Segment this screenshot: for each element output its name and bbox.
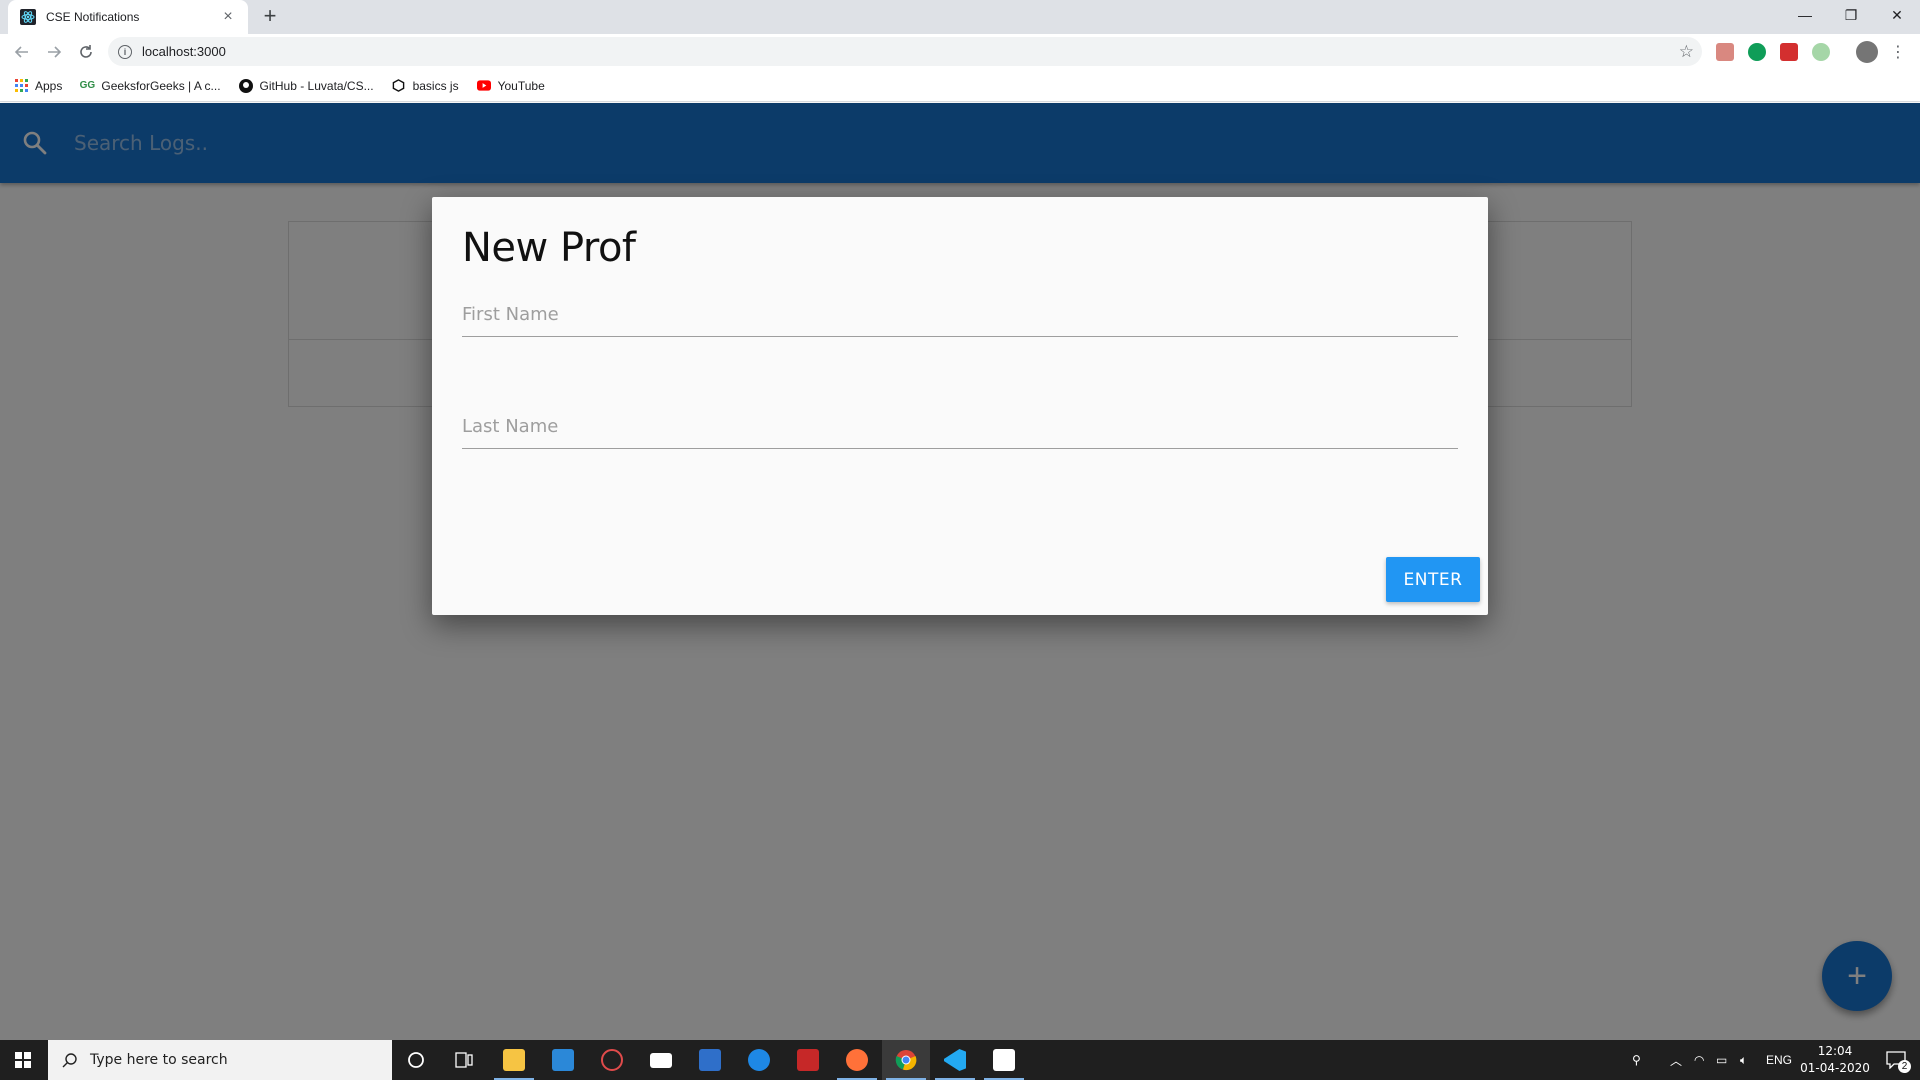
geeksforgeeks-icon: GG bbox=[79, 80, 96, 91]
taskbar-search-placeholder: Type here to search bbox=[90, 1052, 228, 1068]
game-app-icon[interactable] bbox=[784, 1040, 832, 1080]
clock-date: 01-04-2020 bbox=[1800, 1061, 1870, 1075]
react-icon bbox=[20, 9, 36, 25]
store-icon[interactable] bbox=[539, 1040, 587, 1080]
notification-count-badge: 2 bbox=[1898, 1060, 1911, 1073]
cortana-icon[interactable] bbox=[392, 1040, 440, 1080]
bookmark-apps[interactable]: Apps bbox=[14, 79, 62, 93]
back-icon[interactable] bbox=[10, 40, 34, 64]
bookmark-github[interactable]: GitHub - Luvata/CS... bbox=[238, 78, 374, 93]
people-icon[interactable]: ⚲ bbox=[1632, 1040, 1641, 1080]
dialog-title: New Prof bbox=[462, 225, 636, 271]
green-extension-icon[interactable] bbox=[1748, 43, 1766, 61]
chrome-icon[interactable] bbox=[882, 1040, 930, 1080]
app-viewport: + New Prof ENTER bbox=[0, 103, 1920, 1040]
bookmark-label: Apps bbox=[35, 78, 63, 93]
tab-title: CSE Notifications bbox=[46, 10, 140, 24]
edge-icon[interactable] bbox=[735, 1040, 783, 1080]
apps-grid-icon bbox=[14, 79, 28, 93]
taskbar-clock[interactable]: 12:04 01-04-2020 bbox=[1790, 1043, 1880, 1077]
language-indicator[interactable]: ENG bbox=[1766, 1040, 1792, 1080]
volume-icon[interactable]: 🔈︎ bbox=[1740, 1040, 1747, 1080]
close-window-button[interactable]: ✕ bbox=[1874, 0, 1920, 30]
photos-icon[interactable] bbox=[980, 1040, 1028, 1080]
notifications-icon[interactable]: 2 bbox=[1880, 1040, 1912, 1080]
codesandbox-icon bbox=[392, 79, 406, 93]
battery-icon[interactable]: ▭ bbox=[1716, 1040, 1727, 1080]
profile-avatar[interactable] bbox=[1856, 41, 1878, 63]
last-name-input[interactable] bbox=[462, 405, 1458, 448]
new-tab-button[interactable]: + bbox=[258, 5, 282, 29]
first-name-field bbox=[462, 293, 1458, 337]
task-view-icon[interactable] bbox=[440, 1040, 488, 1080]
bookmark-label: GeeksforGeeks | A c... bbox=[101, 78, 221, 93]
clock-time: 12:04 bbox=[1817, 1044, 1853, 1058]
github-icon bbox=[238, 78, 253, 93]
windows-start-icon[interactable] bbox=[0, 1040, 46, 1080]
bookmark-geeksforgeeks[interactable]: GG GeeksforGeeks | A c... bbox=[79, 78, 221, 93]
minimize-button[interactable]: — bbox=[1782, 0, 1828, 30]
address-bar[interactable]: i localhost:3000 ☆ bbox=[108, 37, 1702, 66]
last-name-field bbox=[462, 405, 1458, 449]
bookmark-basics-js[interactable]: basics js bbox=[392, 79, 459, 93]
tab-close-icon[interactable]: × bbox=[220, 9, 236, 25]
settings-app-icon[interactable] bbox=[588, 1040, 636, 1080]
bookmarks-bar: Apps GG GeeksforGeeks | A c... GitHub - … bbox=[0, 70, 1920, 102]
menu-kebab-icon[interactable]: ⋮ bbox=[1886, 40, 1910, 64]
restore-button[interactable]: ❐ bbox=[1828, 0, 1874, 30]
bookmark-label: basics js bbox=[412, 78, 459, 93]
site-info-icon[interactable]: i bbox=[118, 44, 132, 59]
new-prof-dialog: New Prof ENTER bbox=[432, 197, 1488, 615]
bookmark-youtube[interactable]: YouTube bbox=[476, 78, 545, 93]
firefox-icon[interactable] bbox=[833, 1040, 881, 1080]
network-icon[interactable]: ◠ bbox=[1694, 1040, 1704, 1080]
pdf-extension-icon[interactable] bbox=[1716, 43, 1734, 61]
browser-tabstrip: CSE Notifications × + — ❐ ✕ bbox=[0, 0, 1920, 34]
youtube-icon bbox=[476, 79, 491, 93]
reload-icon[interactable] bbox=[74, 40, 98, 64]
enter-button[interactable]: ENTER bbox=[1386, 557, 1480, 602]
vscode-icon[interactable] bbox=[931, 1040, 979, 1080]
dev-app-icon[interactable] bbox=[686, 1040, 734, 1080]
bookmark-star-icon[interactable]: ☆ bbox=[1679, 42, 1694, 62]
taskbar-search[interactable]: Type here to search bbox=[48, 1040, 392, 1080]
first-name-input[interactable] bbox=[462, 293, 1458, 336]
url-text: localhost:3000 bbox=[142, 44, 226, 59]
tray-chevron-icon[interactable]: ︿ bbox=[1670, 1040, 1682, 1080]
browser-tab[interactable]: CSE Notifications × bbox=[8, 0, 248, 34]
red-extension-icon[interactable] bbox=[1780, 43, 1798, 61]
bookmark-label: GitHub - Luvata/CS... bbox=[259, 78, 374, 93]
file-explorer-icon[interactable] bbox=[490, 1040, 538, 1080]
bookmark-label: YouTube bbox=[497, 78, 545, 93]
grammar-extension-icon[interactable] bbox=[1812, 43, 1830, 61]
forward-icon[interactable] bbox=[42, 40, 66, 64]
windows-taskbar: Type here to search ⚲ ︿ ◠ ▭ 🔈︎ ENG 12:04… bbox=[0, 1040, 1920, 1080]
mail-icon[interactable] bbox=[637, 1040, 685, 1080]
search-icon bbox=[62, 1053, 77, 1068]
browser-toolbar: i localhost:3000 ☆ ⋮ bbox=[0, 34, 1920, 70]
